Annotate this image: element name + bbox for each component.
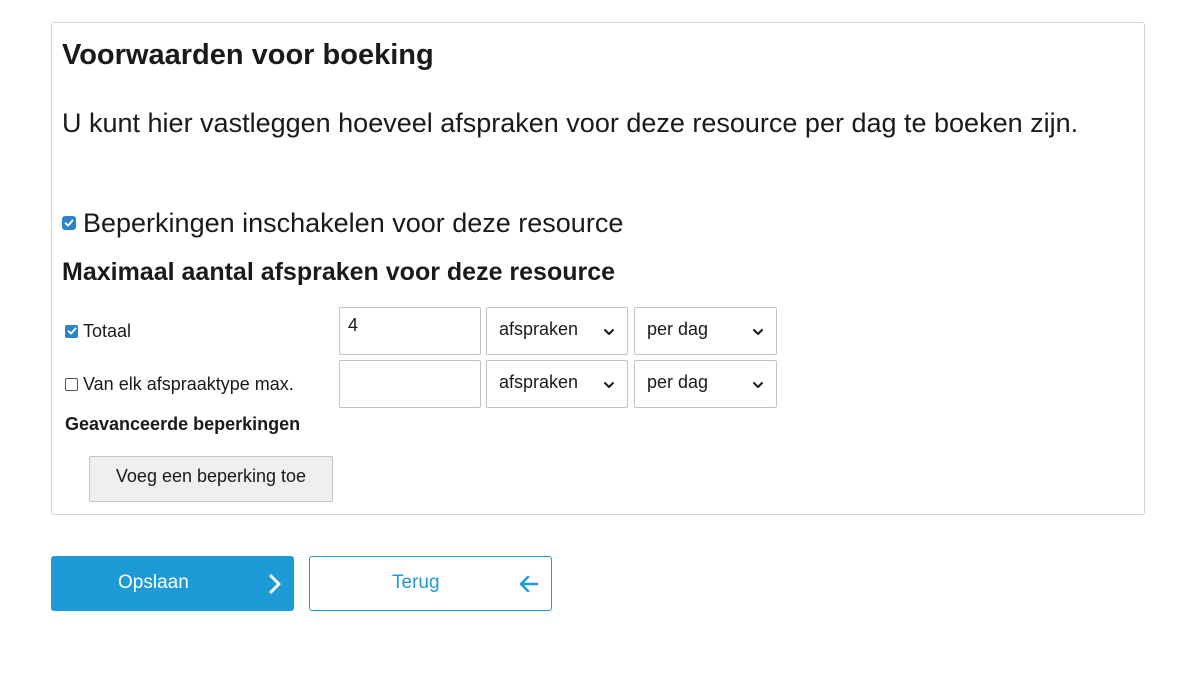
chevron-right-icon xyxy=(269,574,281,594)
chevron-down-icon xyxy=(604,382,614,388)
limit-total-unit-select[interactable]: afspraken xyxy=(486,307,628,355)
max-appointments-subtitle: Maximaal aantal afspraken voor deze reso… xyxy=(62,258,616,286)
limit-row-each-type: Van elk afspraaktype max. afspraken per … xyxy=(65,360,785,408)
limit-each-period-select[interactable]: per dag xyxy=(634,360,777,408)
limit-total-unit-value: afspraken xyxy=(499,318,579,339)
limit-total-label-group[interactable]: Totaal xyxy=(65,307,131,355)
limit-total-checkbox[interactable] xyxy=(65,324,78,338)
enable-restrictions-checkbox[interactable] xyxy=(62,216,76,230)
chevron-down-icon xyxy=(753,329,763,335)
back-button-label: Terug xyxy=(392,572,440,593)
save-button[interactable]: Opslaan xyxy=(51,556,294,611)
advanced-restrictions-title: Geavanceerde beperkingen xyxy=(65,414,301,434)
section-intro: U kunt hier vastleggen hoeveel afspraken… xyxy=(62,108,1079,138)
limit-total-period-select[interactable]: per dag xyxy=(634,307,777,355)
checkmark-icon xyxy=(64,219,74,227)
limit-each-period-value: per dag xyxy=(647,371,709,392)
enable-restrictions-row[interactable]: Beperkingen inschakelen voor deze resour… xyxy=(62,205,623,241)
back-button[interactable]: Terug xyxy=(309,556,552,611)
chevron-down-icon xyxy=(604,329,614,335)
limit-each-unit-select[interactable]: afspraken xyxy=(486,360,628,408)
add-restriction-button[interactable]: Voeg een beperking toe xyxy=(89,456,333,502)
chevron-down-icon xyxy=(753,382,763,388)
limit-total-label: Totaal xyxy=(83,320,132,341)
limit-total-input[interactable]: 4 xyxy=(339,307,481,355)
arrow-left-icon xyxy=(519,575,539,593)
limit-each-unit-value: afspraken xyxy=(499,371,579,392)
save-button-label: Opslaan xyxy=(118,572,189,593)
limit-each-label: Van elk afspraaktype max. xyxy=(83,373,294,394)
section-title: Voorwaarden voor boeking xyxy=(62,39,434,71)
limit-total-period-value: per dag xyxy=(647,318,709,339)
limit-each-checkbox[interactable] xyxy=(65,377,78,391)
checkmark-icon xyxy=(67,327,76,335)
limit-each-label-group[interactable]: Van elk afspraaktype max. xyxy=(65,360,294,408)
limit-row-total: Totaal 4 afspraken per dag xyxy=(65,307,785,355)
limit-each-input[interactable] xyxy=(339,360,481,408)
booking-conditions-panel: Voorwaarden voor boeking U kunt hier vas… xyxy=(51,22,1145,515)
enable-restrictions-label: Beperkingen inschakelen voor deze resour… xyxy=(83,207,624,238)
